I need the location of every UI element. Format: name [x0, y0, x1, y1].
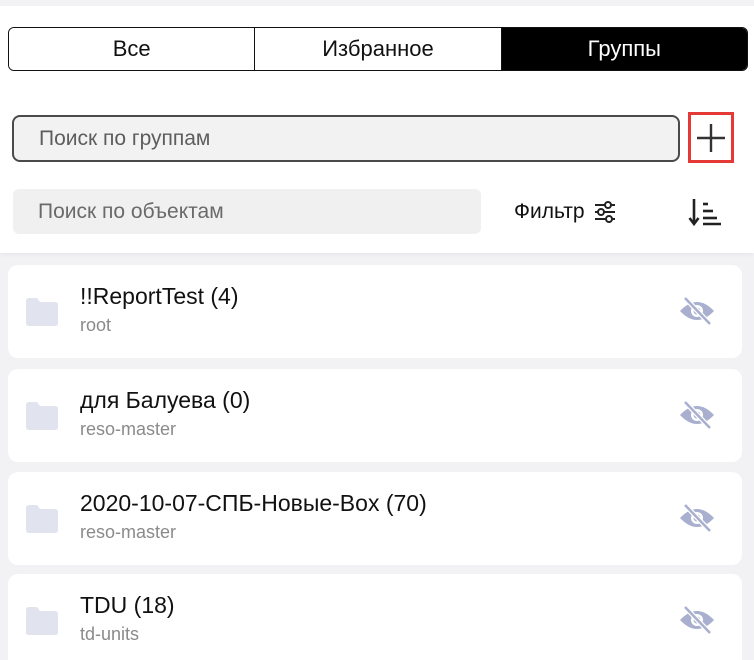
eye-off-icon[interactable] — [678, 605, 716, 635]
folder-icon — [26, 505, 58, 533]
eye-off-icon[interactable] — [678, 400, 716, 430]
group-owner: reso-master — [80, 522, 177, 542]
filter-button[interactable]: Фильтр — [514, 196, 617, 228]
group-card[interactable]: 2020-10-07-СПБ-Новые-Box (70) reso-maste… — [8, 472, 742, 565]
add-group-button[interactable] — [688, 112, 734, 163]
sliders-icon — [594, 201, 615, 223]
folder-icon — [26, 402, 58, 430]
eye-off-icon[interactable] — [678, 296, 716, 326]
group-card[interactable]: !!ReportTest (4) root — [8, 265, 742, 358]
tab-all[interactable]: Все — [9, 28, 255, 70]
plus-icon — [697, 123, 725, 152]
group-owner: root — [80, 315, 112, 335]
object-search-input[interactable] — [13, 189, 481, 234]
folder-icon — [26, 298, 58, 326]
group-title: TDU (18) — [80, 592, 175, 618]
group-owner: td-units — [80, 624, 140, 644]
eye-off-icon[interactable] — [678, 503, 716, 533]
tab-groups[interactable]: Группы — [500, 28, 747, 70]
group-owner: reso-master — [80, 419, 177, 439]
top-strip — [0, 0, 754, 6]
header-panel: Все Избранное Группы Фильтр — [0, 0, 754, 253]
group-card[interactable]: для Балуева (0) reso-master — [8, 369, 742, 462]
sort-descending-icon[interactable] — [688, 196, 722, 230]
group-title: !!ReportTest (4) — [80, 283, 239, 309]
folder-icon — [26, 607, 58, 635]
group-title: 2020-10-07-СПБ-Новые-Box (70) — [80, 490, 427, 516]
group-title: для Балуева (0) — [80, 387, 251, 413]
tab-favorites[interactable]: Избранное — [254, 28, 501, 70]
group-search-input[interactable] — [12, 115, 680, 162]
group-card[interactable]: TDU (18) td-units — [8, 574, 742, 660]
view-tabs: Все Избранное Группы — [8, 27, 748, 71]
filter-label: Фильтр — [514, 200, 585, 223]
